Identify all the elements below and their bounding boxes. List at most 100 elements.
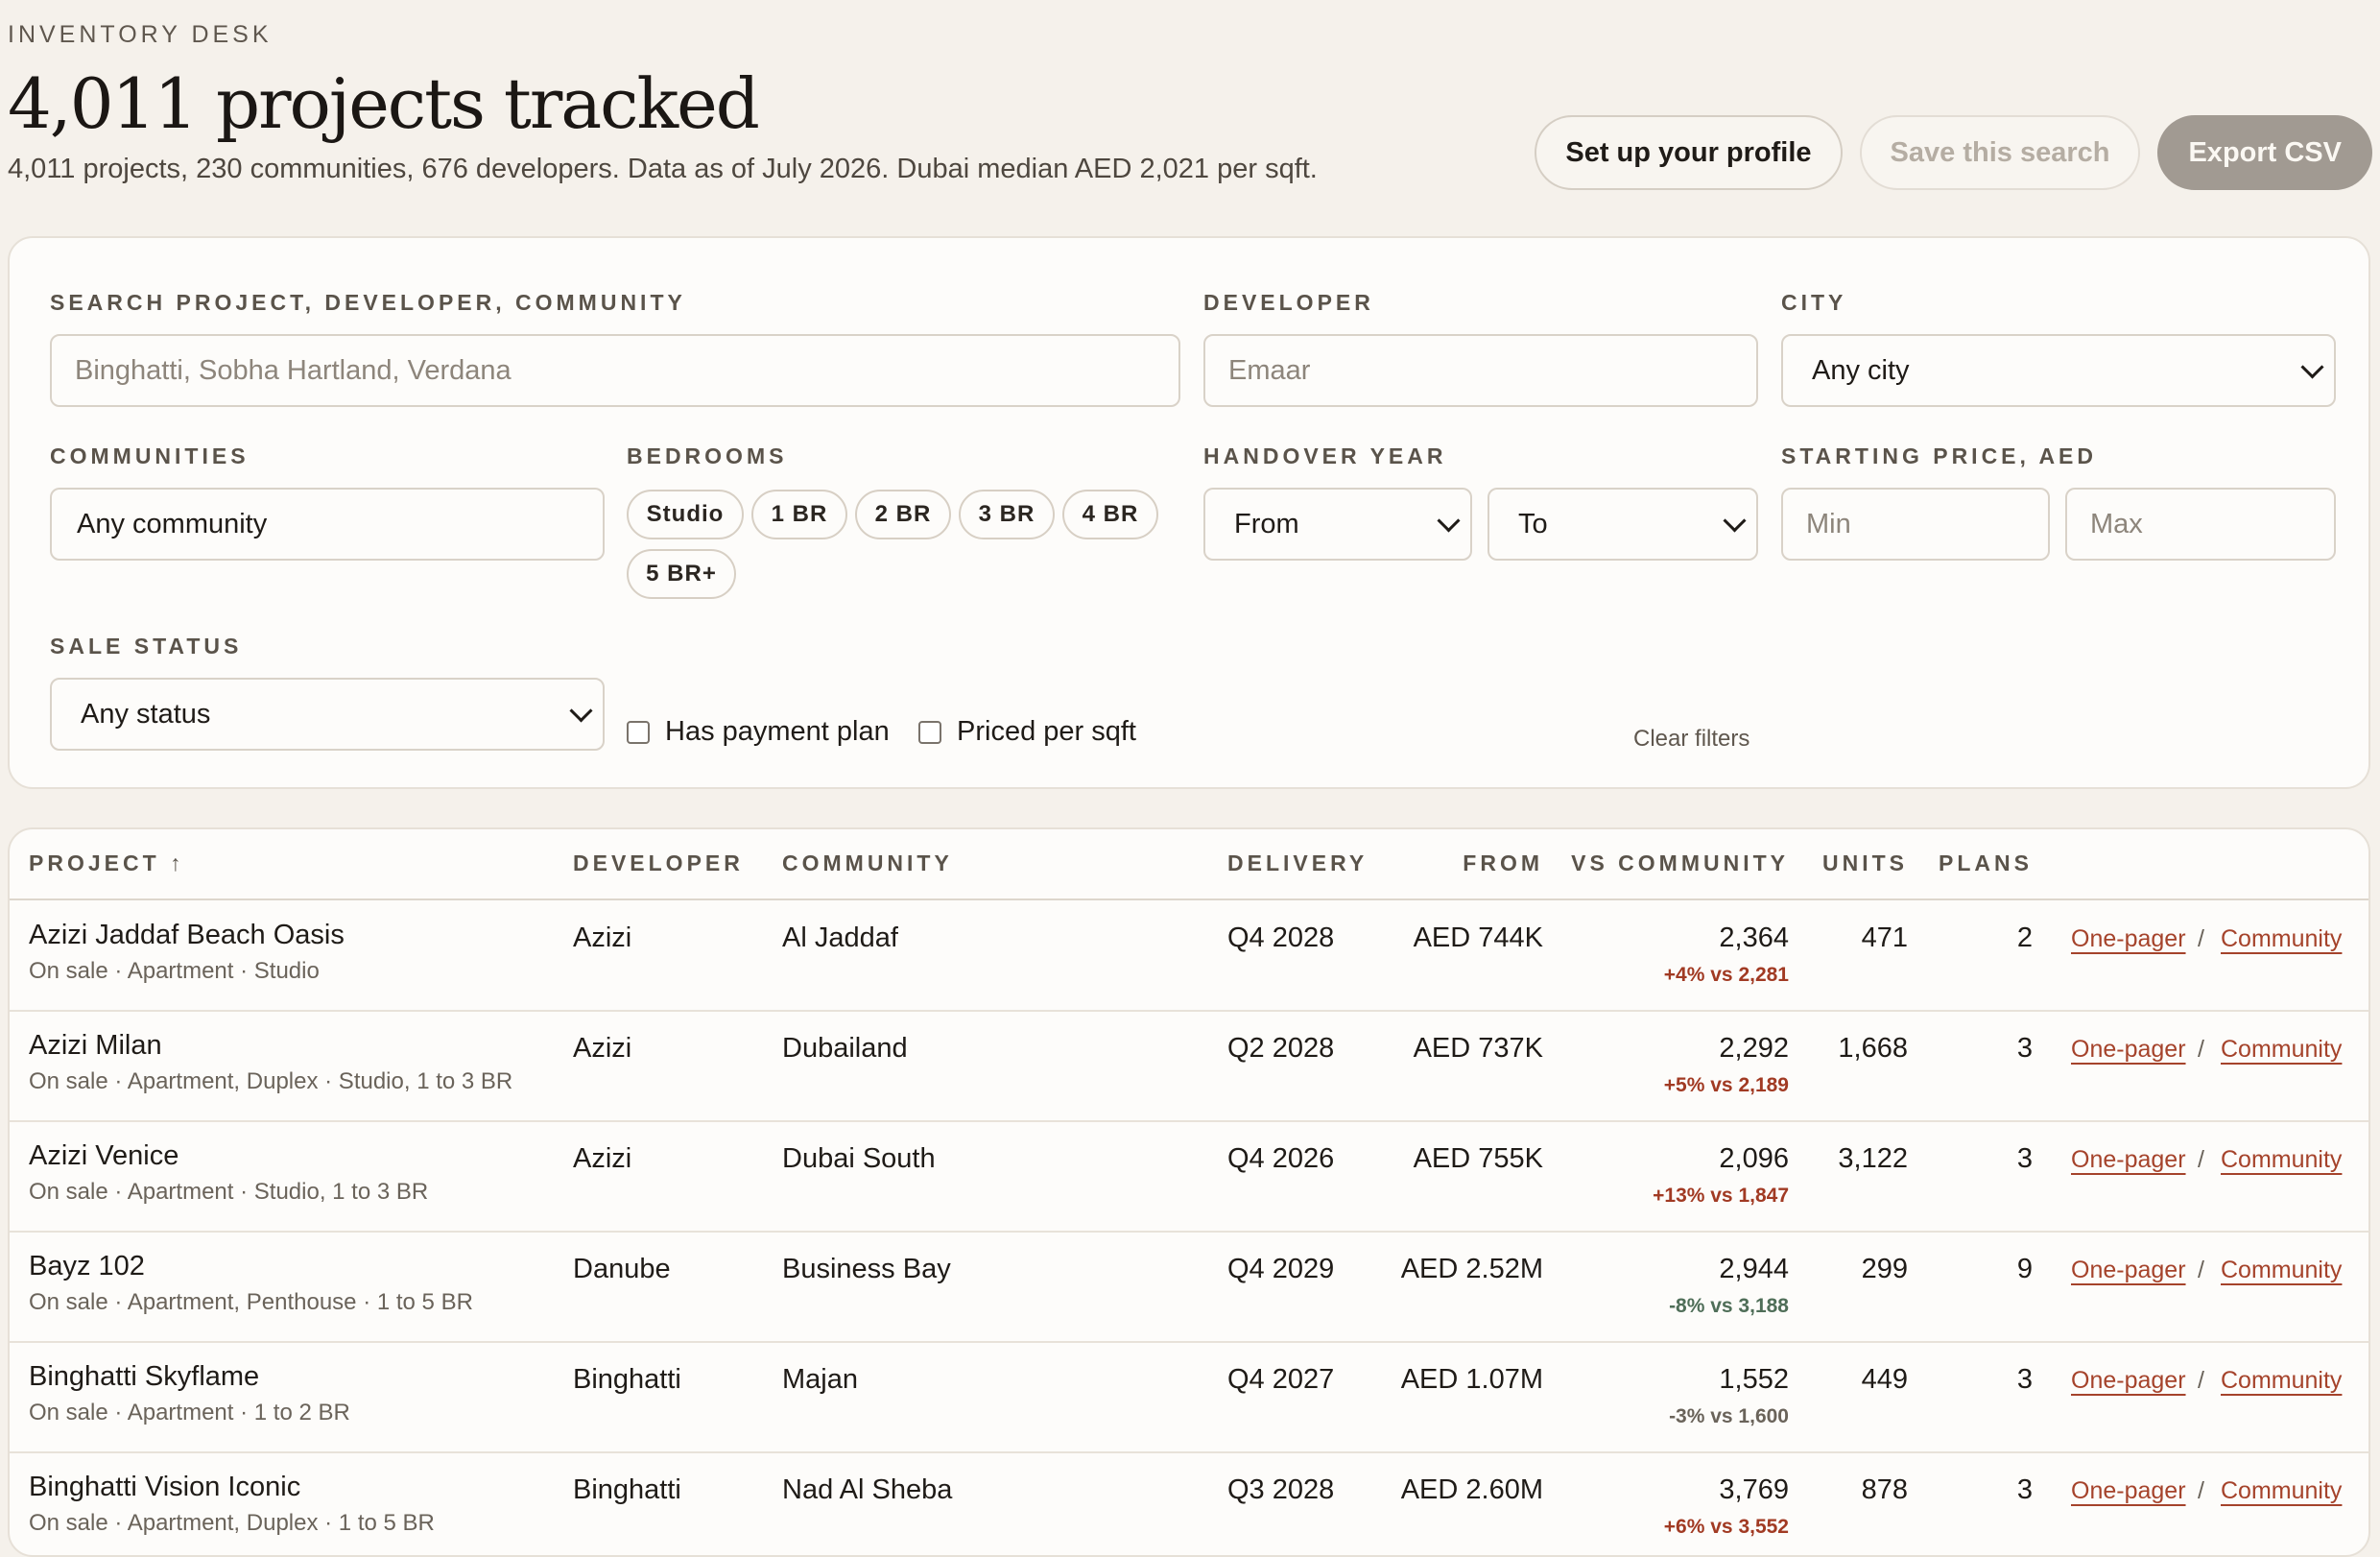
units-cell: 449 <box>1861 1364 1908 1395</box>
checkbox-icon[interactable] <box>627 720 650 744</box>
table-row[interactable]: Binghatti Skyflame On sale · Apartment · … <box>10 1342 2368 1453</box>
projects-table: PROJECT ↑ DEVELOPER COMMUNITY DELIVERY F… <box>8 827 2370 1557</box>
link-separator: / <box>2198 1146 2204 1173</box>
bedroom-chip-5br-plus[interactable]: 5 BR+ <box>627 549 736 599</box>
table-row[interactable]: Azizi Milan On sale · Apartment, Duplex ·… <box>10 1011 2368 1122</box>
price-max-placeholder: Max <box>2090 508 2143 539</box>
chevron-down-icon <box>1437 508 1461 533</box>
clear-filters-link[interactable]: Clear filters <box>1633 726 1749 753</box>
bedroom-chip-3br[interactable]: 3 BR <box>959 490 1055 539</box>
price-per-sqft: 2,292 <box>1719 1033 1789 1064</box>
save-search-button[interactable]: Save this search <box>1859 115 2141 190</box>
from-price-cell: AED 755K <box>1413 1143 1543 1174</box>
col-header-developer[interactable]: DEVELOPER <box>573 850 744 876</box>
col-header-community[interactable]: COMMUNITY <box>782 850 953 876</box>
community-link[interactable]: Community <box>2221 1367 2342 1395</box>
project-name[interactable]: Binghatti Vision Iconic <box>29 1472 300 1503</box>
one-pager-link[interactable]: One-pager <box>2071 1036 2186 1064</box>
project-name[interactable]: Azizi Jaddaf Beach Oasis <box>29 920 345 951</box>
developer-cell: Danube <box>573 1254 671 1284</box>
community-cell: Dubailand <box>782 1033 908 1064</box>
plans-cell: 3 <box>2016 1364 2033 1395</box>
units-cell: 471 <box>1861 922 1908 953</box>
bedroom-chip-1br[interactable]: 1 BR <box>751 490 847 539</box>
from-price-cell: AED 744K <box>1413 922 1543 953</box>
one-pager-link[interactable]: One-pager <box>2071 1367 2186 1395</box>
table-row[interactable]: Azizi Venice On sale · Apartment · Studio… <box>10 1121 2368 1233</box>
community-cell: Business Bay <box>782 1254 951 1284</box>
vs-community-delta: -8% vs 3,188 <box>1669 1295 1789 1317</box>
price-per-sqft: 2,096 <box>1719 1143 1789 1174</box>
vs-community-delta: +6% vs 3,552 <box>1663 1516 1789 1538</box>
col-header-plans[interactable]: PLANS <box>1939 850 2033 876</box>
developer-input[interactable]: Emaar <box>1203 334 1758 407</box>
project-name[interactable]: Azizi Milan <box>29 1030 162 1062</box>
community-link[interactable]: Community <box>2221 925 2342 953</box>
communities-input[interactable]: Any community <box>50 488 605 561</box>
community-link[interactable]: Community <box>2221 1257 2342 1284</box>
price-min-placeholder: Min <box>1806 508 1851 539</box>
col-header-from[interactable]: FROM <box>1463 850 1543 876</box>
bedroom-chip-2br[interactable]: 2 BR <box>855 490 951 539</box>
col-header-project[interactable]: PROJECT ↑ <box>29 850 185 876</box>
chevron-down-icon <box>1723 508 1747 533</box>
price-max-input[interactable]: Max <box>2065 488 2336 561</box>
plans-cell: 2 <box>2016 922 2033 953</box>
units-cell: 1,668 <box>1838 1033 1908 1064</box>
handover-to-value: To <box>1518 508 1548 539</box>
setup-profile-button[interactable]: Set up your profile <box>1535 115 1843 190</box>
price-per-sqft: 1,552 <box>1719 1364 1789 1395</box>
handover-from-select[interactable]: From <box>1203 488 1472 561</box>
export-csv-button[interactable]: Export CSV <box>2157 115 2372 190</box>
price-min-input[interactable]: Min <box>1781 488 2050 561</box>
sale-status-select[interactable]: Any status <box>50 678 605 751</box>
priced-sqft-checkbox[interactable]: Priced per sqft <box>918 716 1136 748</box>
one-pager-link[interactable]: One-pager <box>2071 1477 2186 1505</box>
project-name[interactable]: Bayz 102 <box>29 1251 145 1282</box>
community-link[interactable]: Community <box>2221 1477 2342 1505</box>
project-meta: On sale · Apartment · 1 to 2 BR <box>29 1400 350 1425</box>
table-row[interactable]: Bayz 102 On sale · Apartment, Penthouse ·… <box>10 1232 2368 1343</box>
payment-plan-checkbox[interactable]: Has payment plan <box>627 716 890 748</box>
community-cell: Majan <box>782 1364 858 1395</box>
project-meta: On sale · Apartment, Duplex · 1 to 5 BR <box>29 1510 435 1536</box>
price-per-sqft: 2,944 <box>1719 1254 1789 1284</box>
community-link[interactable]: Community <box>2221 1146 2342 1174</box>
bedroom-chip-4br[interactable]: 4 BR <box>1062 490 1158 539</box>
community-link[interactable]: Community <box>2221 1036 2342 1064</box>
city-select[interactable]: Any city <box>1781 334 2336 407</box>
developer-cell: Binghatti <box>573 1474 681 1505</box>
search-input[interactable]: Binghatti, Sobha Hartland, Verdana <box>50 334 1180 407</box>
col-header-delivery[interactable]: DELIVERY <box>1227 850 1368 876</box>
price-per-sqft: 3,769 <box>1719 1474 1789 1505</box>
developer-placeholder: Emaar <box>1228 354 1311 386</box>
project-name[interactable]: Azizi Venice <box>29 1140 178 1172</box>
from-price-cell: AED 1.07M <box>1400 1364 1543 1395</box>
table-row[interactable]: Binghatti Vision Iconic On sale · Apartme… <box>10 1452 2368 1555</box>
delivery-cell: Q4 2027 <box>1227 1364 1335 1395</box>
one-pager-link[interactable]: One-pager <box>2071 925 2186 953</box>
handover-to-select[interactable]: To <box>1488 488 1758 561</box>
from-price-cell: AED 737K <box>1413 1033 1543 1064</box>
payment-plan-label: Has payment plan <box>665 716 890 747</box>
one-pager-link[interactable]: One-pager <box>2071 1257 2186 1284</box>
plans-cell: 9 <box>2016 1254 2033 1284</box>
col-header-units[interactable]: UNITS <box>1822 850 1908 876</box>
vs-community-delta: +4% vs 2,281 <box>1663 964 1789 986</box>
vs-community-delta: +13% vs 1,847 <box>1653 1185 1789 1207</box>
bedroom-chip-studio[interactable]: Studio <box>627 490 744 539</box>
table-row[interactable]: Azizi Jaddaf Beach Oasis On sale · Apartm… <box>10 900 2368 1012</box>
filter-panel: SEARCH PROJECT, DEVELOPER, COMMUNITY Bin… <box>8 236 2370 789</box>
plans-cell: 3 <box>2016 1474 2033 1505</box>
col-header-vs-community[interactable]: VS COMMUNITY <box>1571 850 1789 876</box>
project-meta: On sale · Apartment, Penthouse · 1 to 5 … <box>29 1289 473 1315</box>
one-pager-link[interactable]: One-pager <box>2071 1146 2186 1174</box>
project-name[interactable]: Binghatti Skyflame <box>29 1361 259 1393</box>
delivery-cell: Q4 2026 <box>1227 1143 1335 1174</box>
link-separator: / <box>2198 1477 2204 1504</box>
page-summary: 4,011 projects, 230 communities, 676 dev… <box>8 154 1318 184</box>
chevron-down-icon <box>569 698 593 723</box>
link-separator: / <box>2198 1257 2204 1283</box>
page-title: 4,011 projects tracked <box>8 63 760 144</box>
checkbox-icon[interactable] <box>918 720 941 744</box>
